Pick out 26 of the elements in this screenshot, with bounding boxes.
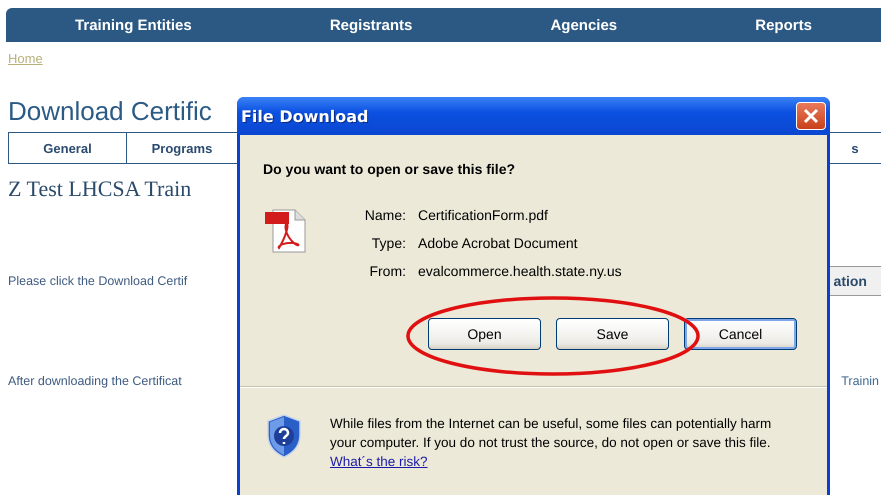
page-title: Download Certific bbox=[8, 96, 212, 126]
security-shield-icon bbox=[266, 414, 302, 458]
tab[interactable]: General bbox=[8, 133, 127, 163]
instruction-text: Please click the Download Certif bbox=[8, 274, 188, 288]
field-value: CertificationForm.pdf bbox=[418, 206, 549, 224]
nav-link[interactable]: Agencies bbox=[550, 16, 618, 34]
close-button[interactable] bbox=[796, 102, 826, 130]
nav-link[interactable]: Training Entities bbox=[75, 16, 192, 34]
dialog-button[interactable]: Cancel bbox=[684, 318, 797, 350]
nav-link[interactable]: Registrants bbox=[330, 16, 412, 34]
dialog-question: Do you want to open or save this file? bbox=[263, 161, 516, 177]
instruction-text: After downloading the Certificat bbox=[8, 374, 182, 388]
trailing-text: Trainin bbox=[841, 374, 880, 388]
security-warning: While files from the Internet can be useful, some files can potentially harm your computer. If you do not trust the source, do not open or save this file. What´s the risk? bbox=[330, 415, 772, 471]
entity-name: Z Test LHCSA Train bbox=[8, 176, 192, 202]
field-label: From: bbox=[369, 262, 406, 280]
dialog-button[interactable]: Save bbox=[556, 318, 669, 350]
dialog-title: File Download bbox=[241, 106, 368, 126]
field-label: Name: bbox=[364, 206, 406, 224]
dialog-button[interactable]: Open bbox=[428, 318, 541, 350]
nav-link[interactable]: Reports bbox=[755, 16, 812, 34]
field-label: Type: bbox=[372, 234, 406, 252]
field-value: Adobe Acrobat Document bbox=[418, 234, 579, 252]
risk-link[interactable]: What´s the risk? bbox=[330, 454, 428, 469]
field-value: evalcommerce.health.state.ny.us bbox=[418, 262, 622, 280]
close-icon bbox=[803, 108, 819, 124]
